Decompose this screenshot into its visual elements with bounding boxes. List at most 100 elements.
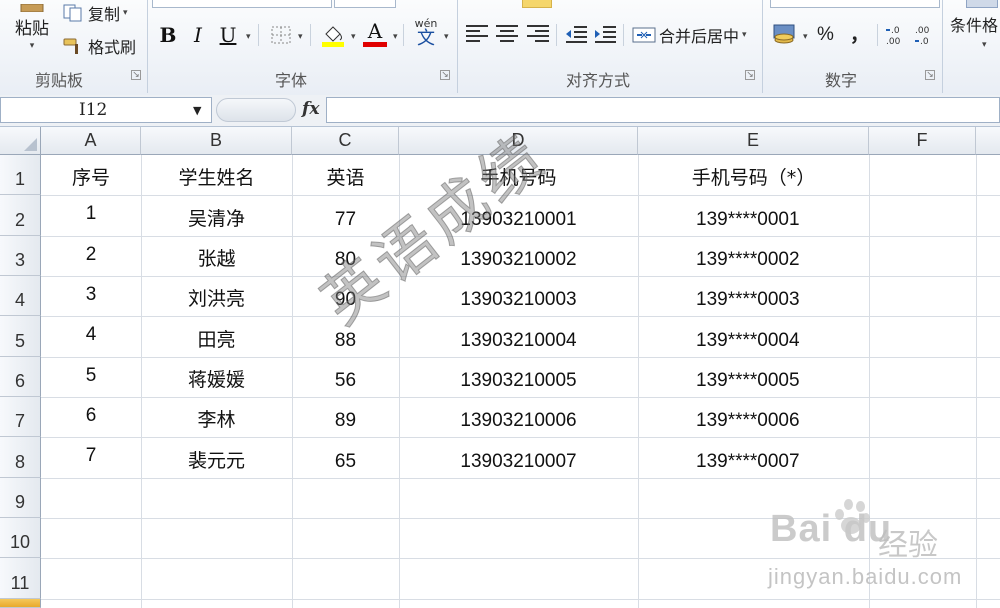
- table-cell-phone-masked[interactable]: 139****0005: [638, 357, 869, 397]
- table-cell-name[interactable]: 张越: [141, 236, 292, 276]
- table-cell-english[interactable]: 77: [292, 195, 399, 236]
- formula-input[interactable]: [326, 97, 1000, 123]
- table-cell-phone[interactable]: 13903210002: [399, 236, 638, 276]
- merge-center-button[interactable]: 合并后居中 ▾: [632, 23, 747, 47]
- table-cell-name[interactable]: 裴元元: [141, 437, 292, 478]
- row-header-4[interactable]: 4: [0, 276, 41, 316]
- header-cell-name[interactable]: 学生姓名: [141, 155, 292, 195]
- column-header-a[interactable]: A: [41, 127, 141, 155]
- chevron-down-icon[interactable]: ▾: [246, 32, 251, 42]
- row-header-1[interactable]: 1: [0, 155, 41, 195]
- chevron-down-icon[interactable]: ▾: [803, 32, 808, 42]
- table-cell-phone[interactable]: 13903210004: [399, 316, 638, 357]
- italic-button[interactable]: I: [186, 20, 210, 50]
- table-cell-name[interactable]: 李林: [141, 397, 292, 437]
- table-cell-phone-masked[interactable]: 139****0003: [638, 276, 869, 316]
- copy-button[interactable]: 复制 ▾: [62, 2, 128, 24]
- chevron-down-icon[interactable]: ▾: [982, 40, 987, 50]
- column-header-b[interactable]: B: [141, 127, 292, 155]
- increase-indent-button[interactable]: [593, 24, 617, 48]
- fill-color-button[interactable]: [320, 22, 346, 52]
- alignment-launcher-icon[interactable]: ↘: [745, 70, 755, 80]
- row-header-2[interactable]: 2: [0, 195, 41, 236]
- table-cell-name[interactable]: 蒋媛媛: [141, 357, 292, 397]
- table-cell-phone-masked[interactable]: 139****0007: [638, 437, 869, 478]
- styles-gallery-icon[interactable]: [966, 0, 998, 8]
- name-box[interactable]: I12: [0, 97, 212, 123]
- table-cell-english[interactable]: 90: [292, 276, 399, 316]
- percent-style-button[interactable]: %: [817, 24, 834, 46]
- table-cell-english[interactable]: 80: [292, 236, 399, 276]
- table-cell-phone[interactable]: 13903210007: [399, 437, 638, 478]
- row-header-9[interactable]: 9: [0, 478, 41, 518]
- row-header-3[interactable]: 3: [0, 236, 41, 276]
- comma-style-button[interactable]: ，: [850, 20, 869, 47]
- align-left-button[interactable]: [466, 25, 488, 43]
- table-cell-phone-masked[interactable]: 139****0004: [638, 316, 869, 357]
- row-header-12[interactable]: [0, 599, 41, 608]
- accounting-format-button[interactable]: [772, 22, 798, 50]
- table-cell-seq[interactable]: 3: [41, 276, 141, 316]
- table-cell-english[interactable]: 65: [292, 437, 399, 478]
- border-button[interactable]: [270, 25, 292, 49]
- format-painter-button[interactable]: 格式刷: [62, 35, 136, 57]
- font-size-box[interactable]: [334, 0, 396, 8]
- table-cell-phone[interactable]: 13903210001: [399, 195, 638, 236]
- table-cell-phone-masked[interactable]: 139****0006: [638, 397, 869, 437]
- column-header-c[interactable]: C: [292, 127, 399, 155]
- insert-function-button[interactable]: fx: [302, 99, 319, 119]
- header-cell-english[interactable]: 英语: [292, 155, 399, 195]
- table-cell-english[interactable]: 56: [292, 357, 399, 397]
- header-cell-phone[interactable]: 手机号码: [399, 155, 638, 195]
- decrease-indent-button[interactable]: [564, 24, 588, 48]
- bold-button[interactable]: B: [156, 20, 180, 50]
- row-header-7[interactable]: 7: [0, 397, 41, 437]
- column-header-e[interactable]: E: [638, 127, 869, 155]
- table-cell-name[interactable]: 田亮: [141, 316, 292, 357]
- row-header-5[interactable]: 5: [0, 316, 41, 357]
- table-cell-seq[interactable]: 1: [41, 195, 141, 236]
- table-cell-english[interactable]: 89: [292, 397, 399, 437]
- row-header-8[interactable]: 8: [0, 437, 41, 478]
- align-right-button[interactable]: [527, 25, 549, 43]
- table-cell-seq[interactable]: 7: [41, 437, 141, 478]
- table-cell-english[interactable]: 88: [292, 316, 399, 357]
- font-launcher-icon[interactable]: ↘: [440, 70, 450, 80]
- table-cell-seq[interactable]: 4: [41, 316, 141, 357]
- table-cell-phone[interactable]: 13903210006: [399, 397, 638, 437]
- row-header-10[interactable]: 10: [0, 518, 41, 558]
- formula-bar-resize-handle[interactable]: [216, 98, 296, 122]
- clipboard-launcher-icon[interactable]: ↘: [131, 70, 141, 80]
- select-all-button[interactable]: [0, 127, 41, 155]
- wrap-text-button[interactable]: [522, 0, 552, 8]
- table-cell-seq[interactable]: 5: [41, 357, 141, 397]
- number-launcher-icon[interactable]: ↘: [925, 70, 935, 80]
- decrease-decimal-button[interactable]: .00 .0: [914, 24, 938, 50]
- table-cell-phone[interactable]: 13903210003: [399, 276, 638, 316]
- chevron-down-icon[interactable]: ▾: [444, 32, 449, 42]
- table-cell-seq[interactable]: 6: [41, 397, 141, 437]
- chevron-down-icon[interactable]: ▼: [193, 104, 201, 117]
- header-cell-seq[interactable]: 序号: [41, 155, 141, 195]
- column-header-f[interactable]: F: [869, 127, 976, 155]
- table-cell-phone-masked[interactable]: 139****0002: [638, 236, 869, 276]
- conditional-formatting-button[interactable]: 条件格: [950, 12, 998, 36]
- row-header-6[interactable]: 6: [0, 357, 41, 397]
- column-header-g[interactable]: [976, 127, 1000, 155]
- font-name-box[interactable]: [152, 0, 332, 8]
- table-cell-name[interactable]: 吴清净: [141, 195, 292, 236]
- align-center-button[interactable]: [496, 25, 518, 43]
- chevron-down-icon[interactable]: ▾: [298, 32, 303, 42]
- phonetic-guide-button[interactable]: wén 文: [412, 18, 440, 50]
- font-color-button[interactable]: A: [362, 20, 388, 50]
- chevron-down-icon[interactable]: ▾: [393, 32, 398, 42]
- table-cell-name[interactable]: 刘洪亮: [141, 276, 292, 316]
- increase-decimal-button[interactable]: .0 .00: [885, 24, 909, 50]
- number-format-box[interactable]: [770, 0, 940, 8]
- column-header-d[interactable]: D: [399, 127, 638, 155]
- table-cell-phone-masked[interactable]: 139****0001: [638, 195, 869, 236]
- header-cell-phone-masked[interactable]: 手机号码（*）: [638, 155, 869, 195]
- paste-button[interactable]: 粘贴 ▾: [10, 4, 54, 56]
- underline-button[interactable]: U: [216, 20, 240, 50]
- table-cell-seq[interactable]: 2: [41, 236, 141, 276]
